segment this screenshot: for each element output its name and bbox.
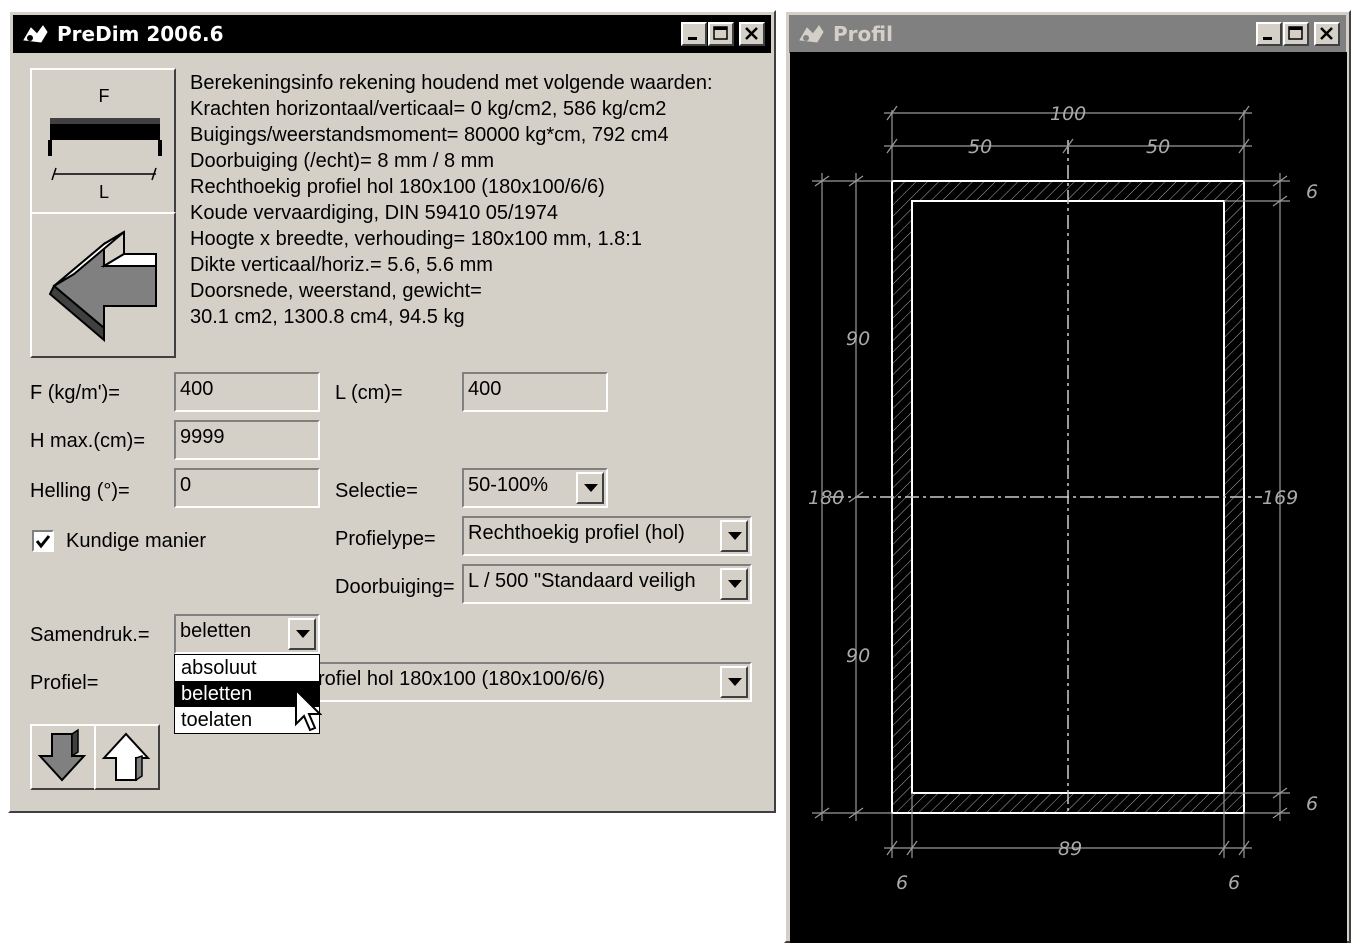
close-button[interactable]: [1314, 22, 1340, 46]
dim-left-top: 90: [846, 328, 870, 350]
minimize-button[interactable]: [681, 22, 707, 46]
profieltype-dropdown-button[interactable]: [720, 520, 748, 552]
previous-profile-button[interactable]: [94, 724, 160, 790]
info-line: Krachten horizontaal/verticaal= 0 kg/cm2…: [190, 98, 667, 120]
samendruk-option[interactable]: absoluut: [175, 655, 319, 681]
dim-right-bottom-wall: 6: [1306, 793, 1318, 815]
chevron-down-icon: [728, 580, 742, 588]
chevron-down-icon: [728, 678, 742, 686]
close-icon: [745, 27, 758, 40]
maximize-icon: [1288, 26, 1303, 40]
profieltype-label: Profielype=: [335, 528, 436, 550]
dim-right-top-wall: 6: [1306, 181, 1318, 203]
selectie-label: Selectie=: [335, 480, 418, 502]
dim-top-right: 50: [1146, 136, 1170, 158]
close-button[interactable]: [739, 22, 765, 46]
info-line: Rechthoekig profiel hol 180x100 (180x100…: [190, 176, 605, 198]
profiel-dropdown-button[interactable]: [720, 666, 748, 698]
beam-diagram-button[interactable]: F L: [30, 68, 176, 214]
chevron-down-icon: [728, 532, 742, 540]
arrow-down-icon: [37, 728, 87, 782]
minimize-icon: [688, 37, 697, 40]
doorbuiging-dropdown-button[interactable]: [720, 568, 748, 600]
mouse-cursor-icon: [295, 688, 322, 732]
window-title: Profil: [833, 22, 893, 46]
app-icon: [23, 25, 48, 43]
minimize-button[interactable]: [1256, 22, 1282, 46]
info-line: Berekeningsinfo rekening houdend met vol…: [190, 72, 713, 94]
selectie-value: 50-100%: [468, 474, 549, 496]
dim-bottom-inner: 89: [1058, 838, 1082, 860]
dim-right-inner: 169: [1262, 487, 1298, 509]
next-profile-button[interactable]: [30, 724, 96, 790]
minimize-icon: [1263, 37, 1272, 40]
profil-titlebar[interactable]: Profil: [789, 15, 1346, 53]
samendruk-dropdown-button[interactable]: [288, 618, 316, 650]
doorbuiging-select[interactable]: L / 500 "Standaard veiligh: [462, 564, 752, 604]
info-line: Dikte verticaal/horiz.= 5.6, 5.6 mm: [190, 254, 493, 276]
arrow-left-icon: [48, 230, 157, 343]
doorbuiging-label: Doorbuiging=: [335, 576, 455, 598]
predim-titlebar[interactable]: PreDim 2006.6: [13, 15, 771, 53]
info-line: Buigings/weerstandsmoment= 80000 kg*cm, …: [190, 124, 669, 146]
dim-left-total: 180: [808, 487, 844, 509]
beam-icon: F L: [48, 86, 162, 202]
info-line: Doorsnede, weerstand, gewicht=: [190, 280, 482, 302]
doorbuiging-value: L / 500 "Standaard veiligh: [468, 570, 696, 592]
chevron-down-icon: [296, 630, 310, 638]
f-input[interactable]: 400: [174, 372, 320, 412]
dim-top-total: 100: [1050, 103, 1086, 125]
samendruk-select[interactable]: beletten: [174, 614, 320, 654]
samendruk-value: beletten: [180, 620, 252, 642]
info-line: Hoogte x breedte, verhouding= 180x100 mm…: [190, 228, 642, 250]
window-title: PreDim 2006.6: [57, 22, 224, 46]
kundig-label[interactable]: Kundige manier: [66, 530, 206, 553]
maximize-button[interactable]: [708, 22, 734, 46]
hmax-input[interactable]: 9999: [174, 420, 320, 460]
info-line: 30.1 cm2, 1300.8 cm4, 94.5 kg: [190, 306, 465, 328]
maximize-button[interactable]: [1283, 22, 1309, 46]
hmax-label: H max.(cm)=: [30, 430, 145, 452]
dim-bottom-right-wall: 6: [1228, 872, 1240, 894]
beam-length-label: L: [99, 182, 109, 202]
dim-bottom-left-wall: 6: [896, 872, 908, 894]
profile-drawing-canvas: 100 50 50 90 180 90 169 6 6 89 6 6: [790, 52, 1347, 943]
samendruk-label: Samendruk.=: [30, 624, 150, 646]
selectie-select[interactable]: 50-100%: [462, 468, 608, 508]
helling-input[interactable]: 0: [174, 468, 320, 508]
chevron-down-icon: [584, 484, 598, 492]
f-label: F (kg/m')=: [30, 382, 120, 404]
dim-top-left: 50: [968, 136, 992, 158]
dim-left-bottom: 90: [846, 645, 870, 667]
arrow-up-icon: [101, 732, 151, 782]
info-line: Koude vervaardiging, DIN 59410 05/1974: [190, 202, 559, 224]
app-icon: [799, 25, 824, 43]
l-label: L (cm)=: [335, 382, 403, 404]
calculation-info: Berekeningsinfo rekening houdend met vol…: [190, 70, 713, 330]
checkmark-icon: [35, 535, 51, 549]
back-button[interactable]: [30, 212, 176, 358]
l-input[interactable]: 400: [462, 372, 608, 412]
info-line: Doorbuiging (/echt)= 8 mm / 8 mm: [190, 150, 494, 172]
profieltype-value: Rechthoekig profiel (hol): [468, 522, 685, 544]
maximize-icon: [713, 26, 728, 40]
helling-label: Helling (°)=: [30, 480, 130, 502]
kundig-checkbox[interactable]: [32, 530, 54, 552]
profieltype-select[interactable]: Rechthoekig profiel (hol): [462, 516, 752, 556]
close-icon: [1320, 27, 1333, 40]
selectie-dropdown-button[interactable]: [576, 472, 604, 504]
beam-force-label: F: [99, 86, 110, 106]
profiel-label: Profiel=: [30, 672, 99, 694]
